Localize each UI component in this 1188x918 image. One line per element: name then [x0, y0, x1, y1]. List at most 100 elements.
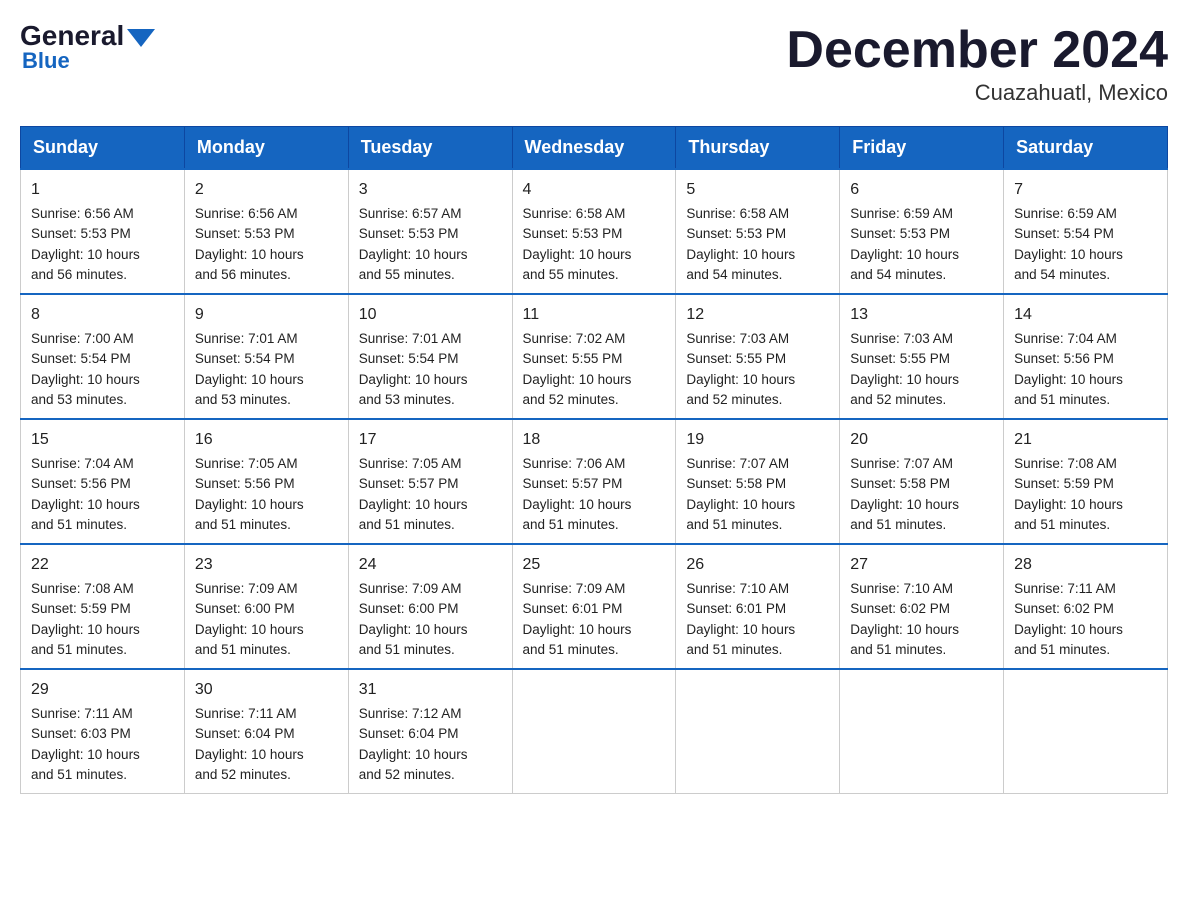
- calendar-day-cell: 31 Sunrise: 7:12 AMSunset: 6:04 PMDayligh…: [348, 669, 512, 794]
- calendar-day-cell: 25Sunrise: 7:09 AMSunset: 6:01 PMDayligh…: [512, 544, 676, 669]
- day-number: 27: [850, 553, 993, 577]
- calendar-day-cell: 23 Sunrise: 7:09 AMSunset: 6:00 PMDayligh…: [184, 544, 348, 669]
- calendar-day-cell: 27Sunrise: 7:10 AMSunset: 6:02 PMDayligh…: [840, 544, 1004, 669]
- day-number: 25: [523, 553, 666, 577]
- header-row: Sunday Monday Tuesday Wednesday Thursday…: [21, 127, 1168, 170]
- day-info: Sunrise: 7:09 AMSunset: 6:00 PMDaylight:…: [195, 581, 304, 657]
- day-number: 3: [359, 178, 502, 202]
- day-info: Sunrise: 7:06 AMSunset: 5:57 PMDaylight:…: [523, 456, 632, 532]
- calendar-day-cell: 12Sunrise: 7:03 AMSunset: 5:55 PMDayligh…: [676, 294, 840, 419]
- day-info: Sunrise: 6:57 AMSunset: 5:53 PMDaylight:…: [359, 206, 468, 282]
- day-number: 11: [523, 303, 666, 327]
- calendar-day-cell: 9Sunrise: 7:01 AMSunset: 5:54 PMDaylight…: [184, 294, 348, 419]
- day-info: Sunrise: 7:00 AMSunset: 5:54 PMDaylight:…: [31, 331, 140, 407]
- day-info: Sunrise: 7:01 AMSunset: 5:54 PMDaylight:…: [359, 331, 468, 407]
- day-number: 24: [359, 553, 502, 577]
- calendar-day-cell: 2Sunrise: 6:56 AMSunset: 5:53 PMDaylight…: [184, 169, 348, 294]
- calendar-day-cell: [1004, 669, 1168, 794]
- day-number: 5: [686, 178, 829, 202]
- calendar-day-cell: 24 Sunrise: 7:09 AMSunset: 6:00 PMDayligh…: [348, 544, 512, 669]
- day-number: 29: [31, 678, 174, 702]
- day-info: Sunrise: 7:07 AMSunset: 5:58 PMDaylight:…: [686, 456, 795, 532]
- calendar-day-cell: [676, 669, 840, 794]
- calendar-table: Sunday Monday Tuesday Wednesday Thursday…: [20, 126, 1168, 794]
- calendar-day-cell: 1 Sunrise: 6:56 AMSunset: 5:53 PMDaylight…: [21, 169, 185, 294]
- day-number: 21: [1014, 428, 1157, 452]
- calendar-day-cell: 11 Sunrise: 7:02 AMSunset: 5:55 PMDayligh…: [512, 294, 676, 419]
- day-number: 14: [1014, 303, 1157, 327]
- logo: General Blue: [20, 20, 155, 74]
- header-thursday: Thursday: [676, 127, 840, 170]
- calendar-day-cell: 20Sunrise: 7:07 AMSunset: 5:58 PMDayligh…: [840, 419, 1004, 544]
- day-info: Sunrise: 6:58 AMSunset: 5:53 PMDaylight:…: [523, 206, 632, 282]
- calendar-day-cell: 21Sunrise: 7:08 AMSunset: 5:59 PMDayligh…: [1004, 419, 1168, 544]
- day-number: 7: [1014, 178, 1157, 202]
- header-sunday: Sunday: [21, 127, 185, 170]
- calendar-day-cell: 4 Sunrise: 6:58 AMSunset: 5:53 PMDaylight…: [512, 169, 676, 294]
- day-info: Sunrise: 7:11 AMSunset: 6:02 PMDaylight:…: [1014, 581, 1123, 657]
- calendar-day-cell: 28 Sunrise: 7:11 AMSunset: 6:02 PMDayligh…: [1004, 544, 1168, 669]
- page-header: General Blue December 2024 Cuazahuatl, M…: [20, 20, 1168, 106]
- day-number: 17: [359, 428, 502, 452]
- calendar-day-cell: 19Sunrise: 7:07 AMSunset: 5:58 PMDayligh…: [676, 419, 840, 544]
- day-info: Sunrise: 6:59 AMSunset: 5:53 PMDaylight:…: [850, 206, 959, 282]
- calendar-day-cell: 3 Sunrise: 6:57 AMSunset: 5:53 PMDaylight…: [348, 169, 512, 294]
- day-number: 26: [686, 553, 829, 577]
- day-info: Sunrise: 7:02 AMSunset: 5:55 PMDaylight:…: [523, 331, 632, 407]
- calendar-day-cell: 22 Sunrise: 7:08 AMSunset: 5:59 PMDayligh…: [21, 544, 185, 669]
- day-number: 31: [359, 678, 502, 702]
- calendar-week-row: 15Sunrise: 7:04 AMSunset: 5:56 PMDayligh…: [21, 419, 1168, 544]
- day-info: Sunrise: 7:05 AMSunset: 5:57 PMDaylight:…: [359, 456, 468, 532]
- header-friday: Friday: [840, 127, 1004, 170]
- title-section: December 2024 Cuazahuatl, Mexico: [786, 20, 1168, 106]
- calendar-day-cell: 30 Sunrise: 7:11 AMSunset: 6:04 PMDayligh…: [184, 669, 348, 794]
- day-info: Sunrise: 6:56 AMSunset: 5:53 PMDaylight:…: [31, 206, 140, 282]
- day-info: Sunrise: 7:03 AMSunset: 5:55 PMDaylight:…: [850, 331, 959, 407]
- day-info: Sunrise: 7:11 AMSunset: 6:04 PMDaylight:…: [195, 706, 304, 782]
- calendar-day-cell: 29 Sunrise: 7:11 AMSunset: 6:03 PMDayligh…: [21, 669, 185, 794]
- calendar-day-cell: 18 Sunrise: 7:06 AMSunset: 5:57 PMDayligh…: [512, 419, 676, 544]
- logo-blue: Blue: [20, 48, 70, 74]
- calendar-day-cell: 26 Sunrise: 7:10 AMSunset: 6:01 PMDayligh…: [676, 544, 840, 669]
- calendar-day-cell: 7Sunrise: 6:59 AMSunset: 5:54 PMDaylight…: [1004, 169, 1168, 294]
- day-info: Sunrise: 6:56 AMSunset: 5:53 PMDaylight:…: [195, 206, 304, 282]
- day-number: 8: [31, 303, 174, 327]
- day-info: Sunrise: 7:04 AMSunset: 5:56 PMDaylight:…: [1014, 331, 1123, 407]
- day-info: Sunrise: 7:11 AMSunset: 6:03 PMDaylight:…: [31, 706, 140, 782]
- calendar-day-cell: 17 Sunrise: 7:05 AMSunset: 5:57 PMDayligh…: [348, 419, 512, 544]
- calendar-day-cell: 16 Sunrise: 7:05 AMSunset: 5:56 PMDayligh…: [184, 419, 348, 544]
- day-number: 6: [850, 178, 993, 202]
- day-number: 12: [686, 303, 829, 327]
- day-info: Sunrise: 7:08 AMSunset: 5:59 PMDaylight:…: [31, 581, 140, 657]
- day-info: Sunrise: 7:04 AMSunset: 5:56 PMDaylight:…: [31, 456, 140, 532]
- day-info: Sunrise: 7:01 AMSunset: 5:54 PMDaylight:…: [195, 331, 304, 407]
- day-info: Sunrise: 7:09 AMSunset: 6:00 PMDaylight:…: [359, 581, 468, 657]
- day-info: Sunrise: 7:10 AMSunset: 6:01 PMDaylight:…: [686, 581, 795, 657]
- day-number: 1: [31, 178, 174, 202]
- day-info: Sunrise: 6:58 AMSunset: 5:53 PMDaylight:…: [686, 206, 795, 282]
- calendar-day-cell: 8 Sunrise: 7:00 AMSunset: 5:54 PMDaylight…: [21, 294, 185, 419]
- day-info: Sunrise: 7:12 AMSunset: 6:04 PMDaylight:…: [359, 706, 468, 782]
- calendar-day-cell: 10 Sunrise: 7:01 AMSunset: 5:54 PMDayligh…: [348, 294, 512, 419]
- calendar-day-cell: 5 Sunrise: 6:58 AMSunset: 5:53 PMDaylight…: [676, 169, 840, 294]
- day-number: 16: [195, 428, 338, 452]
- calendar-body: 1 Sunrise: 6:56 AMSunset: 5:53 PMDaylight…: [21, 169, 1168, 794]
- day-number: 23: [195, 553, 338, 577]
- calendar-header: Sunday Monday Tuesday Wednesday Thursday…: [21, 127, 1168, 170]
- header-tuesday: Tuesday: [348, 127, 512, 170]
- calendar-week-row: 22 Sunrise: 7:08 AMSunset: 5:59 PMDayligh…: [21, 544, 1168, 669]
- header-wednesday: Wednesday: [512, 127, 676, 170]
- calendar-day-cell: 6 Sunrise: 6:59 AMSunset: 5:53 PMDaylight…: [840, 169, 1004, 294]
- day-number: 30: [195, 678, 338, 702]
- day-info: Sunrise: 7:05 AMSunset: 5:56 PMDaylight:…: [195, 456, 304, 532]
- day-number: 4: [523, 178, 666, 202]
- header-saturday: Saturday: [1004, 127, 1168, 170]
- day-number: 22: [31, 553, 174, 577]
- calendar-week-row: 1 Sunrise: 6:56 AMSunset: 5:53 PMDaylight…: [21, 169, 1168, 294]
- day-number: 10: [359, 303, 502, 327]
- calendar-week-row: 29 Sunrise: 7:11 AMSunset: 6:03 PMDayligh…: [21, 669, 1168, 794]
- calendar-day-cell: 13Sunrise: 7:03 AMSunset: 5:55 PMDayligh…: [840, 294, 1004, 419]
- calendar-week-row: 8 Sunrise: 7:00 AMSunset: 5:54 PMDaylight…: [21, 294, 1168, 419]
- day-number: 28: [1014, 553, 1157, 577]
- day-number: 18: [523, 428, 666, 452]
